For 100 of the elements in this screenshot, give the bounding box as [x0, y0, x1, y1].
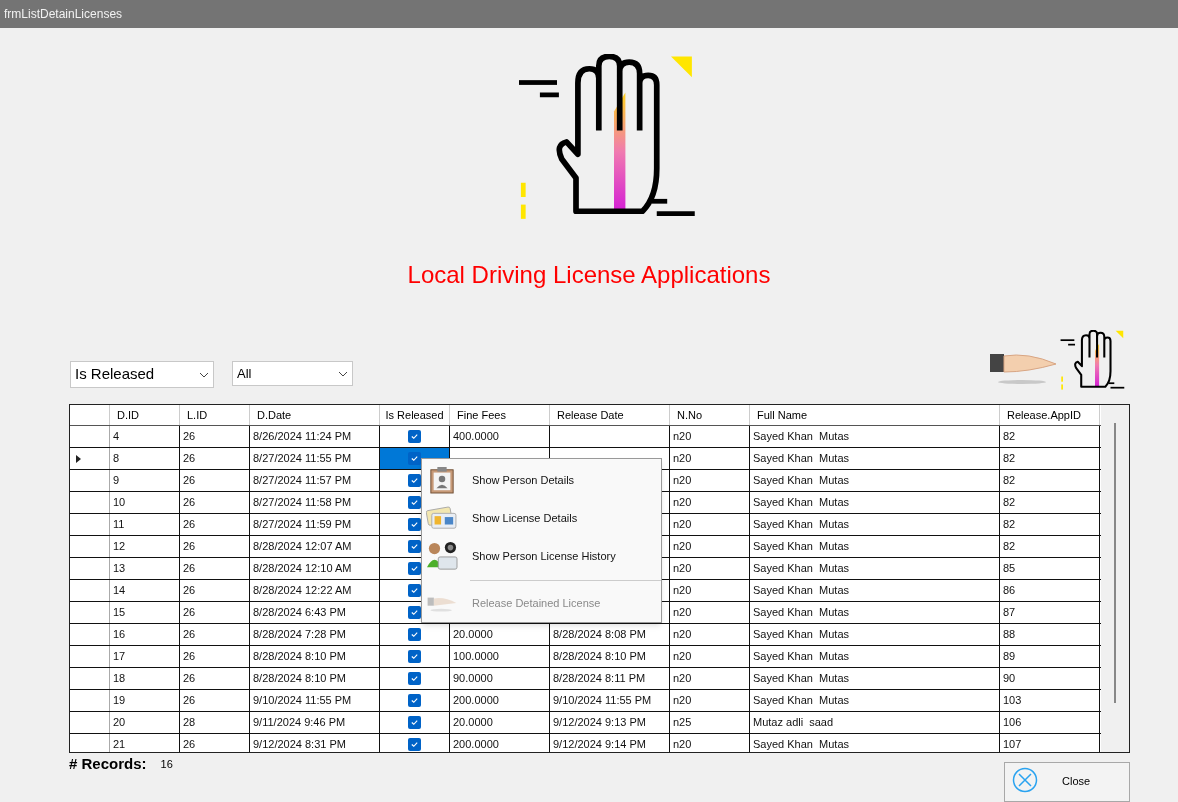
table-cell-text: 107	[1003, 737, 1022, 752]
table-cell-text: 4	[113, 429, 120, 445]
column-header[interactable]: Release Date	[550, 405, 670, 425]
table-cell-text: 87	[1003, 605, 1016, 621]
table-cell-text: 28	[183, 715, 196, 731]
table-cell-text: n20	[673, 517, 692, 533]
table-cell-text: Sayed Khan Mutas	[753, 561, 849, 577]
filter-dropdown[interactable]: All	[232, 361, 353, 386]
table-cell-text: 26	[183, 517, 196, 533]
column-header[interactable]: Release.AppID	[1000, 405, 1100, 425]
checkmark-icon	[410, 454, 419, 463]
table-cell-text: Sayed Khan Mutas	[753, 429, 849, 445]
table-cell-text: 18	[113, 671, 126, 687]
table-cell-text: Sayed Khan Mutas	[753, 473, 849, 489]
checkbox[interactable]	[408, 540, 421, 553]
table-cell-text: Sayed Khan Mutas	[753, 605, 849, 621]
table-cell-text: Sayed Khan Mutas	[753, 451, 849, 467]
table-cell-text: 8/26/2024 11:24 PM	[253, 429, 352, 445]
checkbox[interactable]	[408, 430, 421, 443]
checkmark-icon	[410, 740, 419, 749]
table-cell-text: 9	[113, 473, 120, 489]
checkmark-icon	[410, 630, 419, 639]
table-cell-text: n20	[673, 737, 692, 752]
id-cards-icon	[426, 505, 458, 531]
checkmark-icon	[410, 564, 419, 573]
checkbox[interactable]	[408, 584, 421, 597]
table-cell-text: 89	[1003, 649, 1016, 665]
table-cell-text: n20	[673, 561, 692, 577]
records-label: # Records:	[69, 754, 147, 774]
table-cell-text: n20	[673, 627, 692, 643]
table-cell-text: 16	[113, 627, 126, 643]
table-cell-text: n20	[673, 671, 692, 687]
table-cell-text: Sayed Khan Mutas	[753, 649, 849, 665]
table-cell-text: 8/28/2024 8:10 PM	[253, 649, 346, 665]
table-cell-text: 8/27/2024 11:59 PM	[253, 517, 352, 533]
checkbox[interactable]	[408, 650, 421, 663]
table-cell-text: 82	[1003, 429, 1016, 445]
column-header[interactable]: Fine Fees	[450, 405, 550, 425]
page-heading: Local Driving License Applications	[407, 260, 771, 290]
table-cell-text: 8/28/2024 8:11 PM	[553, 671, 646, 687]
table-cell-text: 26	[183, 649, 196, 665]
checkbox[interactable]	[408, 562, 421, 575]
menu-item[interactable]: Show License Details	[422, 499, 661, 537]
table-cell-text: 8/28/2024 7:28 PM	[253, 627, 346, 643]
checkmark-icon	[410, 652, 419, 661]
table-cell-text: 17	[113, 649, 126, 665]
table-cell-text: 9/10/2024 11:55 PM	[553, 693, 652, 709]
checkbox[interactable]	[408, 716, 421, 729]
checkbox[interactable]	[408, 496, 421, 509]
table-cell-text: 82	[1003, 517, 1016, 533]
table-cell-text: 26	[183, 561, 196, 577]
table-cell-text: 9/10/2024 11:55 PM	[253, 693, 352, 709]
table-cell-text: 82	[1003, 451, 1016, 467]
table-cell-text: 26	[183, 605, 196, 621]
table-cell-text: 8/28/2024 8:08 PM	[553, 627, 646, 643]
table-cell-text: Sayed Khan Mutas	[753, 627, 849, 643]
table-cell-text: 14	[113, 583, 126, 599]
close-button[interactable]: Close	[1004, 762, 1130, 802]
checkmark-icon	[410, 520, 419, 529]
person-with-card-icon	[426, 541, 458, 571]
checkbox[interactable]	[408, 672, 421, 685]
chevron-down-icon	[199, 371, 209, 378]
table-cell-text: Sayed Khan Mutas	[753, 583, 849, 599]
table-cell-text: Mutaz adli saad	[753, 715, 834, 731]
table-cell-text: 8/28/2024 12:07 AM	[253, 539, 352, 555]
checkbox[interactable]	[408, 694, 421, 707]
table-cell-text: 26	[183, 451, 196, 467]
column-header[interactable]: Is Released	[380, 405, 450, 425]
table-cell-text: n20	[673, 693, 692, 709]
table-cell-text: 8/28/2024 12:10 AM	[253, 561, 352, 577]
column-header[interactable]: D.ID	[110, 405, 180, 425]
table-cell-text: 15	[113, 605, 126, 621]
checkmark-icon	[410, 542, 419, 551]
table-cell-text: 88	[1003, 627, 1016, 643]
column-header[interactable]: Full Name	[750, 405, 1000, 425]
column-header[interactable]: L.ID	[180, 405, 250, 425]
checkmark-icon	[410, 718, 419, 727]
table-cell-text: n20	[673, 451, 692, 467]
records-count: 16	[160, 757, 173, 772]
table-cell-text: n20	[673, 539, 692, 555]
checkbox[interactable]	[408, 628, 421, 641]
checkbox[interactable]	[408, 738, 421, 751]
table-cell-text: 8/28/2024 8:10 PM	[553, 649, 646, 665]
table-cell-text: 400.0000	[453, 429, 499, 445]
filter-dropdown[interactable]: Is Released	[70, 361, 214, 388]
column-header[interactable]: D.Date	[250, 405, 380, 425]
checkmark-icon	[410, 476, 419, 485]
checkbox[interactable]	[408, 452, 421, 465]
menu-item[interactable]: Show Person Details	[422, 461, 661, 499]
checkbox[interactable]	[408, 606, 421, 619]
current-row-icon	[76, 454, 81, 463]
table-cell-text: 26	[183, 495, 196, 511]
checkbox[interactable]	[408, 518, 421, 531]
column-header[interactable]: N.No	[670, 405, 750, 425]
checkbox[interactable]	[408, 474, 421, 487]
menu-item[interactable]: Show Person License History	[422, 537, 661, 575]
scrollbar-thumb[interactable]	[1114, 423, 1116, 703]
table-cell-text: 9/12/2024 9:13 PM	[553, 715, 646, 731]
table-cell-text: Sayed Khan Mutas	[753, 693, 849, 709]
table-cell-text: n20	[673, 649, 692, 665]
